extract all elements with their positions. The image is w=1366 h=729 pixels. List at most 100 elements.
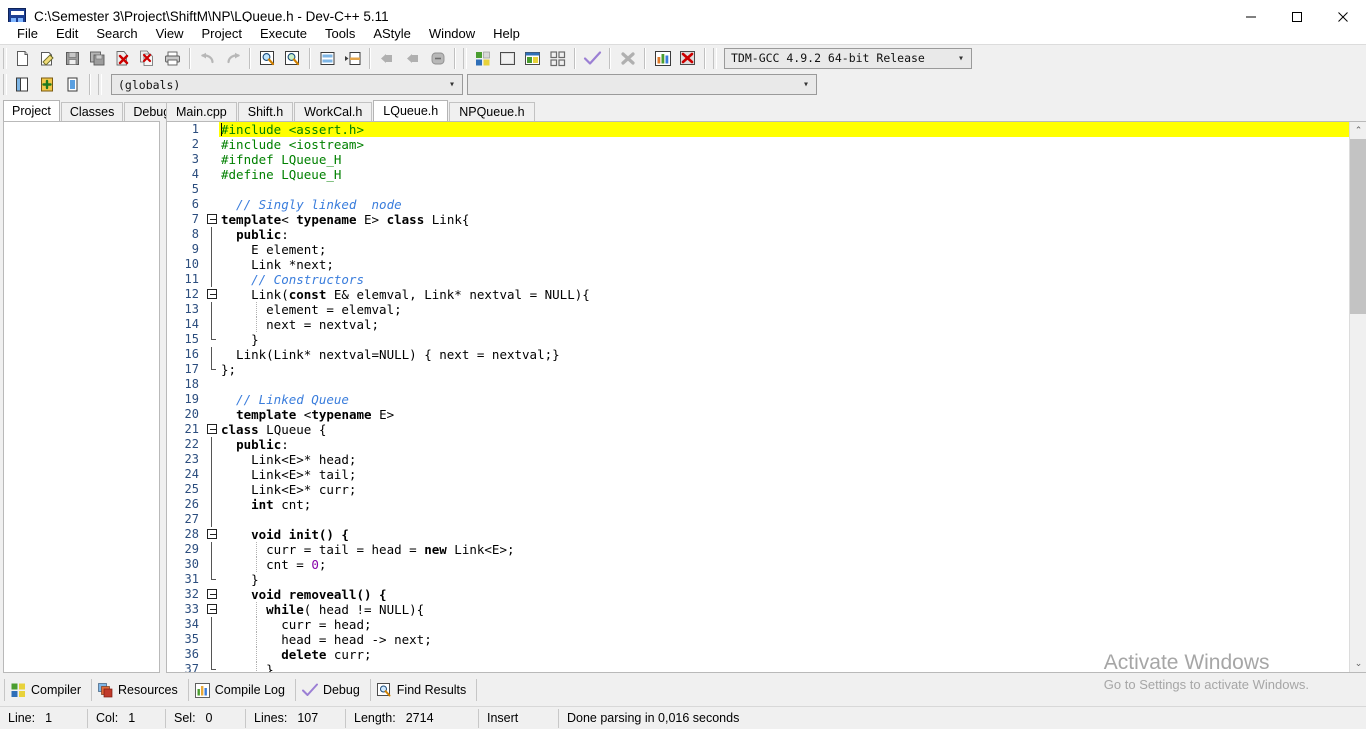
code-line[interactable]: 5	[167, 182, 1349, 197]
code-line[interactable]: 4 #define LQueue_H	[167, 167, 1349, 182]
code-line[interactable]: 11 // Constructors	[167, 272, 1349, 287]
add-to-do-button[interactable]	[36, 74, 59, 96]
menu-execute[interactable]: Execute	[251, 24, 316, 43]
code-line[interactable]: 33 while( head != NULL){	[167, 602, 1349, 617]
tab-project[interactable]: Project	[3, 100, 60, 122]
code-line[interactable]: 9 E element;	[167, 242, 1349, 257]
fold-collapse-icon[interactable]	[205, 422, 219, 437]
back-button[interactable]	[376, 47, 399, 69]
bottom-tab-compile-log[interactable]: Compile Log	[189, 679, 296, 701]
fold-collapse-icon[interactable]	[205, 587, 219, 602]
toggle-bookmark-button[interactable]	[426, 47, 449, 69]
editor-tab-shift-h[interactable]: Shift.h	[237, 102, 294, 122]
save-button[interactable]	[61, 47, 84, 69]
toolbar-grip[interactable]	[98, 74, 102, 95]
fold-collapse-icon[interactable]	[205, 527, 219, 542]
code-line[interactable]: 8 public:	[167, 227, 1349, 242]
code-line[interactable]: 15 }	[167, 332, 1349, 347]
member-combo[interactable]: ▾	[467, 74, 817, 95]
code-line[interactable]: 22 public:	[167, 437, 1349, 452]
code-line[interactable]: 2 #include <iostream>	[167, 137, 1349, 152]
code-line[interactable]: 13 element = elemval;	[167, 302, 1349, 317]
code-line[interactable]: 27	[167, 512, 1349, 527]
editor-tab-lqueue-h[interactable]: LQueue.h	[373, 100, 449, 122]
bottom-tab-compiler[interactable]: Compiler	[4, 679, 93, 701]
code-line[interactable]: 37 }	[167, 662, 1349, 672]
code-line[interactable]: 14 next = nextval;	[167, 317, 1349, 332]
scroll-up-arrow-icon[interactable]: ⌃	[1350, 122, 1366, 139]
code-line[interactable]: 35 head = head -> next;	[167, 632, 1349, 647]
menu-project[interactable]: Project	[193, 24, 251, 43]
code-editor[interactable]: 1 #include <assert.h> 2 #include <iostream>…	[166, 121, 1366, 673]
code-line[interactable]: 16 Link(Link* nextval=NULL) { next = nex…	[167, 347, 1349, 362]
code-line[interactable]: 10 Link *next;	[167, 257, 1349, 272]
status-insert-mode[interactable]: Insert	[479, 708, 559, 728]
code-line[interactable]: 1 #include <assert.h>	[167, 122, 1349, 137]
undo-button[interactable]	[196, 47, 219, 69]
print-button[interactable]	[161, 47, 184, 69]
stop-execution-button[interactable]	[616, 47, 639, 69]
menu-help[interactable]: Help	[484, 24, 529, 43]
code-line[interactable]: 18	[167, 377, 1349, 392]
code-line[interactable]: 36 delete curr;	[167, 647, 1349, 662]
fold-collapse-icon[interactable]	[205, 287, 219, 302]
code-line[interactable]: 19 // Linked Queue	[167, 392, 1349, 407]
scrollbar-thumb[interactable]	[1350, 139, 1366, 314]
code-text-area[interactable]: 1 #include <assert.h> 2 #include <iostream>…	[167, 122, 1349, 672]
code-line[interactable]: 23 Link<E>* head;	[167, 452, 1349, 467]
bottom-tab-find-results[interactable]: Find Results	[371, 679, 478, 701]
editor-vertical-scrollbar[interactable]: ⌃ ⌄	[1349, 122, 1366, 672]
code-line[interactable]: 32 void removeall() {	[167, 587, 1349, 602]
toolbar-grip[interactable]	[713, 47, 717, 69]
menu-astyle[interactable]: AStyle	[364, 24, 420, 43]
code-line[interactable]: 31 }	[167, 572, 1349, 587]
fold-collapse-icon[interactable]	[205, 602, 219, 617]
code-line[interactable]: 17};	[167, 362, 1349, 377]
forward-button[interactable]	[401, 47, 424, 69]
goto-function-button[interactable]	[341, 47, 364, 69]
replace-button[interactable]	[281, 47, 304, 69]
toolbar-grip[interactable]	[463, 47, 467, 69]
code-line[interactable]: 6 // Singly linked node	[167, 197, 1349, 212]
bottom-tab-resources[interactable]: Resources	[92, 679, 189, 701]
compiler-set-combo[interactable]: TDM-GCC 4.9.2 64-bit Release ▾	[724, 47, 972, 69]
editor-tab-workcal-h[interactable]: WorkCal.h	[294, 102, 373, 122]
menu-tools[interactable]: Tools	[316, 24, 364, 43]
code-line[interactable]: 28 void init() {	[167, 527, 1349, 542]
profile-analysis-button[interactable]	[651, 47, 674, 69]
compile-and-run-button[interactable]	[521, 47, 544, 69]
code-line[interactable]: 7 template< typename E> class Link{	[167, 212, 1349, 227]
menu-window[interactable]: Window	[420, 24, 484, 43]
toolbar-grip[interactable]	[3, 74, 7, 95]
menu-file[interactable]: File	[8, 24, 47, 43]
code-line[interactable]: 20 template <typename E>	[167, 407, 1349, 422]
scrollbar-track[interactable]	[1350, 139, 1366, 655]
scroll-down-arrow-icon[interactable]: ⌄	[1350, 655, 1366, 672]
toolbar-grip[interactable]	[3, 47, 7, 69]
code-line[interactable]: 24 Link<E>* tail;	[167, 467, 1349, 482]
goto-class-browser-button[interactable]	[61, 74, 84, 96]
open-project-button[interactable]	[36, 47, 59, 69]
tab-classes[interactable]: Classes	[60, 102, 124, 122]
goto-line-button[interactable]	[316, 47, 339, 69]
fold-collapse-icon[interactable]	[205, 212, 219, 227]
editor-tab-npqueue-h[interactable]: NPQueue.h	[449, 102, 535, 122]
code-line[interactable]: 25 Link<E>* curr;	[167, 482, 1349, 497]
rebuild-all-button[interactable]	[546, 47, 569, 69]
new-file-button[interactable]	[11, 47, 34, 69]
scope-combo[interactable]: (globals) ▾	[111, 74, 463, 95]
compile-button[interactable]	[471, 47, 494, 69]
menu-search[interactable]: Search	[87, 24, 146, 43]
close-all-button[interactable]	[136, 47, 159, 69]
menu-edit[interactable]: Edit	[47, 24, 87, 43]
insert-snippet-button[interactable]	[11, 74, 34, 96]
code-line[interactable]: 26 int cnt;	[167, 497, 1349, 512]
save-all-button[interactable]	[86, 47, 109, 69]
editor-tab-main-cpp[interactable]: Main.cpp	[166, 102, 237, 122]
code-line[interactable]: 12 Link(const E& elemval, Link* nextval …	[167, 287, 1349, 302]
run-button[interactable]	[496, 47, 519, 69]
syntax-check-button[interactable]	[581, 47, 604, 69]
menu-view[interactable]: View	[147, 24, 193, 43]
code-line[interactable]: 29 curr = tail = head = new Link<E>;	[167, 542, 1349, 557]
find-button[interactable]	[256, 47, 279, 69]
